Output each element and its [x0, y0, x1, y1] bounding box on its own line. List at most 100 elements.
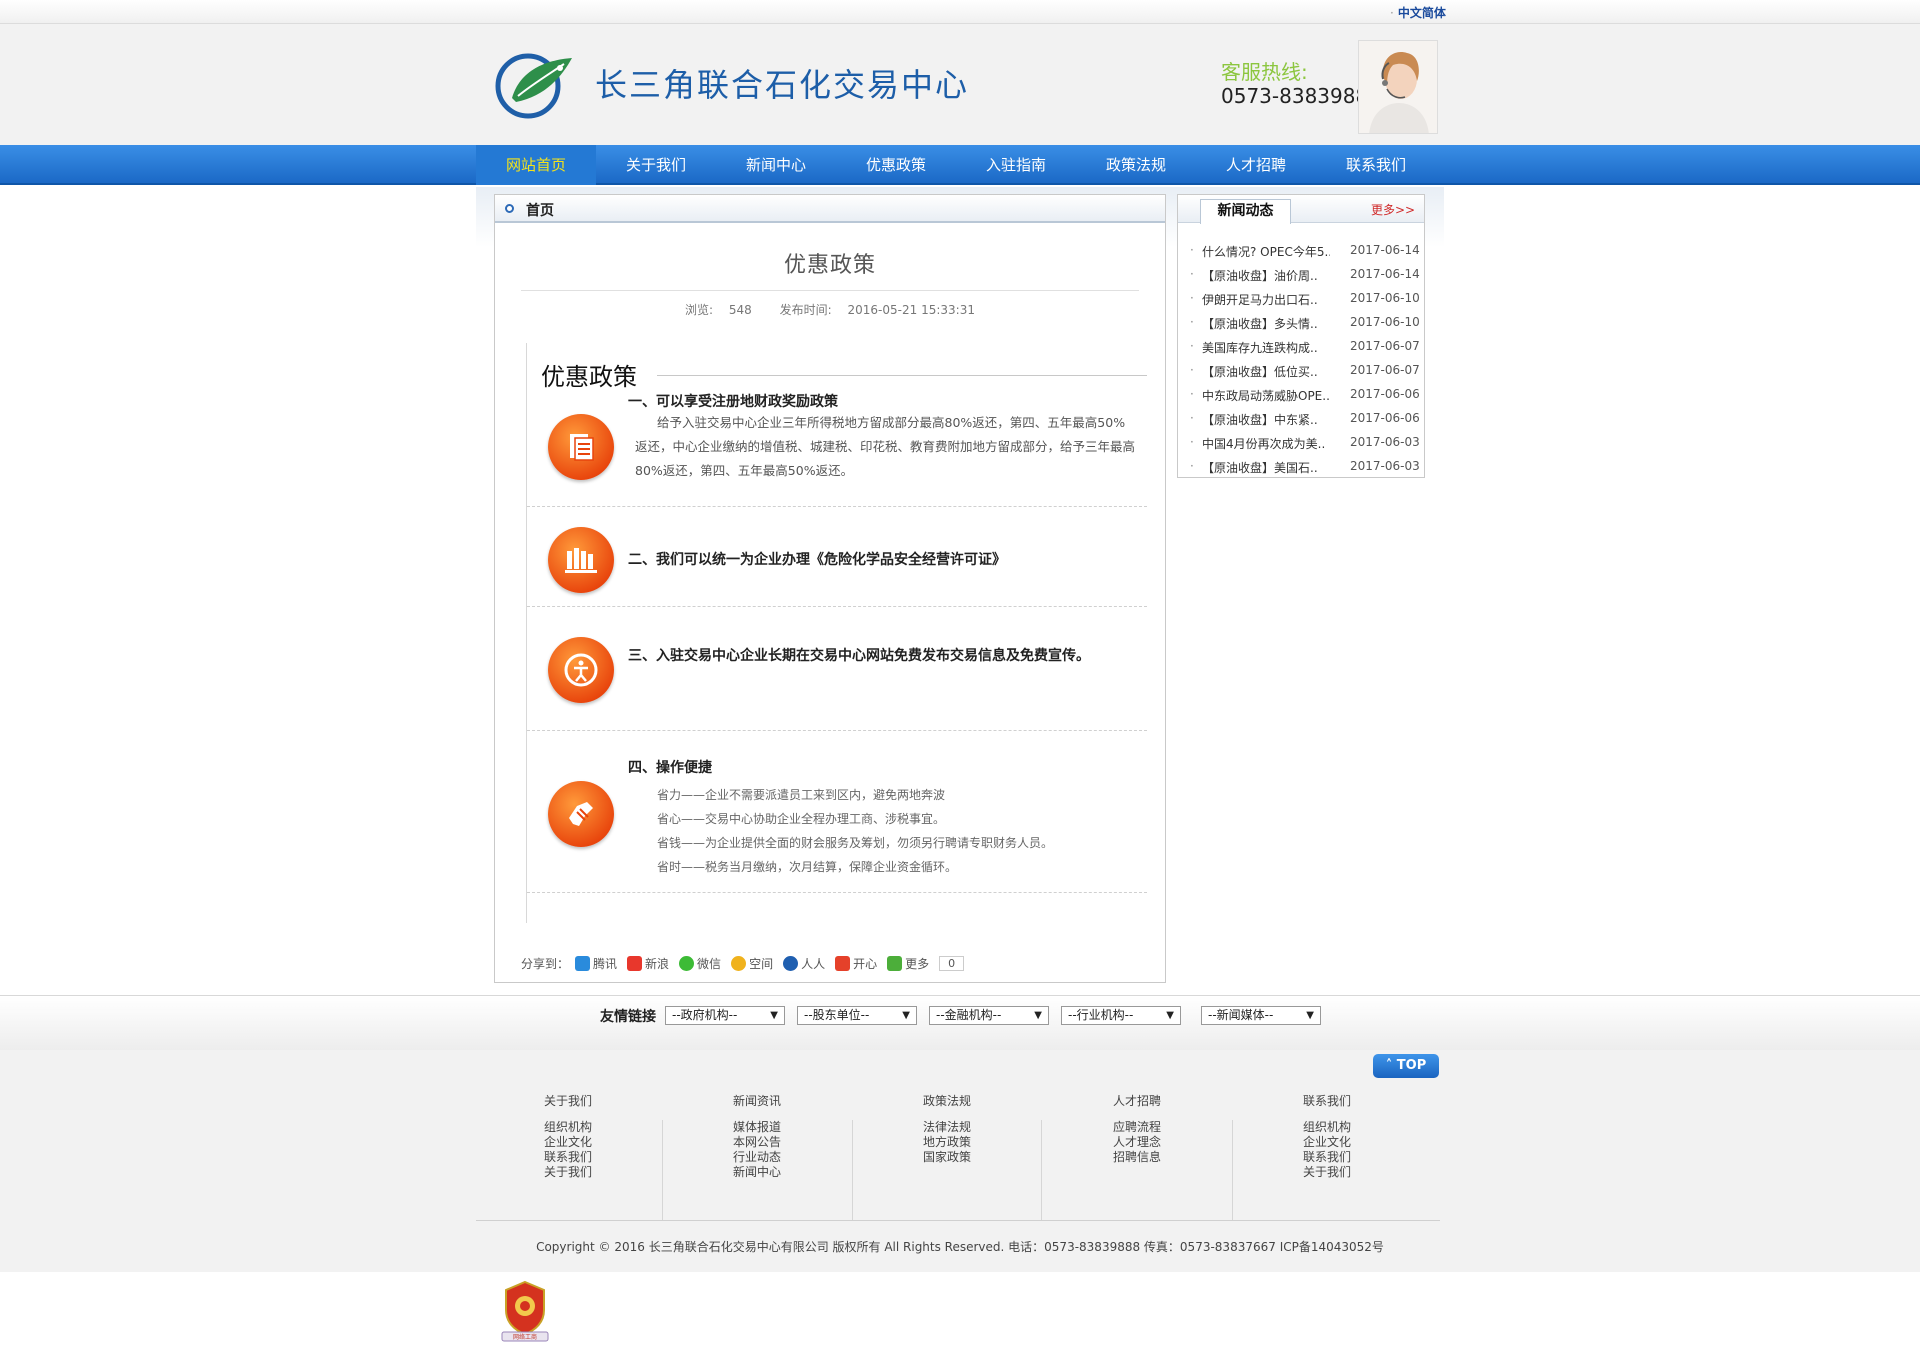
share-label: 分享到： — [521, 957, 570, 971]
headset-person-icon — [1359, 41, 1437, 133]
news-title-link[interactable]: 美国库存九连跌构成.. — [1202, 339, 1330, 356]
divider — [476, 1220, 1440, 1221]
dropdown-arrow-icon: ▼ — [770, 1010, 778, 1021]
language-switch[interactable]: · 中文简体 — [1390, 4, 1446, 21]
nav-about[interactable]: 关于我们 — [596, 145, 716, 185]
footer-link[interactable]: 媒体报道 — [733, 1120, 781, 1135]
footer-link[interactable]: 招聘信息 — [1113, 1150, 1161, 1165]
select-financial[interactable]: --金融机构-- ▼ — [929, 1006, 1049, 1025]
tencent-icon — [575, 956, 591, 971]
select-industry[interactable]: --行业机构-- ▼ — [1061, 1006, 1181, 1025]
footer-link[interactable]: 国家政策 — [923, 1150, 971, 1165]
footer-link[interactable]: 组织机构 — [1303, 1120, 1351, 1135]
list-item: · 【原油收盘】油价周.. 2017-06-14 — [1178, 263, 1424, 287]
footer-column-heading: 人才招聘 — [1113, 1094, 1162, 1108]
books-icon — [548, 527, 614, 593]
article-title: 优惠政策 — [783, 253, 876, 278]
share-bar: 分享到： 腾讯 新浪 微信 空间 人人 开心 更多 0 — [521, 955, 965, 972]
wechat-icon — [679, 956, 695, 971]
tab-news-updates[interactable]: 新闻动态 — [1200, 199, 1291, 224]
footer-link[interactable]: 关于我们 — [1303, 1165, 1351, 1180]
footer-link[interactable]: 关于我们 — [544, 1165, 592, 1180]
news-title-link[interactable]: 【原油收盘】低位买.. — [1202, 363, 1330, 380]
share-wechat-button[interactable]: 微信 — [679, 955, 721, 972]
news-title-link[interactable]: 中东政局动荡威胁OPE.. — [1202, 387, 1330, 404]
footer-link[interactable]: 行业动态 — [733, 1150, 781, 1165]
share-sina-button[interactable]: 新浪 — [627, 955, 669, 972]
news-date: 2017-06-07 — [1350, 363, 1420, 377]
nav-careers[interactable]: 人才招聘 — [1196, 145, 1316, 185]
list-item: · 伊朗开足马力出口石.. 2017-06-10 — [1178, 287, 1424, 311]
footer-link[interactable]: 联系我们 — [544, 1150, 592, 1165]
bullet-icon: · — [1190, 267, 1194, 281]
footer-link[interactable]: 本网公告 — [733, 1135, 781, 1150]
news-date: 2017-06-14 — [1350, 267, 1420, 281]
logo-icon[interactable] — [490, 46, 574, 120]
news-date: 2017-06-07 — [1350, 339, 1420, 353]
bullet-icon: · — [1390, 6, 1394, 20]
footer-link[interactable]: 新闻中心 — [733, 1165, 781, 1180]
hotline-number: 0573-83839888 — [1221, 84, 1381, 108]
share-renren-button[interactable]: 人人 — [783, 955, 825, 972]
renren-icon — [783, 956, 799, 971]
select-value: --股东单位-- — [804, 1008, 870, 1022]
share-target-label: 人人 — [801, 957, 826, 971]
select-value: --行业机构-- — [1068, 1008, 1134, 1022]
nav-policy[interactable]: 优惠政策 — [836, 145, 956, 185]
news-list: · 什么情况? OPEC今年5.. 2017-06-14 · 【原油收盘】油价周.. 2… — [1178, 239, 1424, 479]
footer-link[interactable]: 企业文化 — [1303, 1135, 1351, 1150]
news-title-link[interactable]: 什么情况? OPEC今年5.. — [1202, 243, 1330, 260]
news-title-link[interactable]: 【原油收盘】美国石.. — [1202, 459, 1330, 476]
share-kaixin-button[interactable]: 开心 — [835, 955, 877, 972]
dropdown-arrow-icon: ▼ — [1166, 1010, 1174, 1021]
share-tencent-button[interactable]: 腾讯 — [575, 955, 617, 972]
person-icon — [548, 637, 614, 703]
policy-content: 优惠政策 一、可以享受注册地财政奖励政策 给予入驻交易中心企业三年所得税地方留成… — [526, 343, 1147, 923]
back-to-top-button[interactable]: ˄ TOP — [1373, 1054, 1439, 1078]
svg-text:网络工商: 网络工商 — [513, 1333, 537, 1341]
select-media[interactable]: --新闻媒体-- ▼ — [1201, 1006, 1321, 1025]
news-date: 2017-06-06 — [1350, 411, 1420, 425]
breadcrumb: 首页 — [495, 195, 1165, 223]
footer-link[interactable]: 地方政策 — [923, 1135, 971, 1150]
footer-link[interactable]: 组织机构 — [544, 1120, 592, 1135]
nav-home[interactable]: 网站首页 — [476, 145, 596, 185]
news-title-link[interactable]: 【原油收盘】多头情.. — [1202, 315, 1330, 332]
select-government[interactable]: --政府机构-- ▼ — [665, 1006, 785, 1025]
select-value: --金融机构-- — [936, 1008, 1002, 1022]
up-arrow-icon: ˄ — [1385, 1058, 1397, 1073]
news-title-link[interactable]: 【原油收盘】中东紧.. — [1202, 411, 1330, 428]
footer-link[interactable]: 联系我们 — [1303, 1150, 1351, 1165]
nav-contact[interactable]: 联系我们 — [1316, 145, 1436, 185]
footer-links: 组织机构 企业文化 联系我们 关于我们 — [544, 1120, 592, 1180]
news-title-link[interactable]: 伊朗开足马力出口石.. — [1202, 291, 1330, 308]
share-qzone-button[interactable]: 空间 — [731, 955, 773, 972]
news-date: 2017-06-10 — [1350, 315, 1420, 329]
share-target-label: 更多 — [905, 957, 930, 971]
footer-link[interactable]: 应聘流程 — [1113, 1120, 1161, 1135]
nav-regulations[interactable]: 政策法规 — [1076, 145, 1196, 185]
select-shareholders[interactable]: --股东单位-- ▼ — [797, 1006, 917, 1025]
policy-item: 三、入驻交易中心企业长期在交易中心网站免费发布交易信息及免费宣传。 — [527, 607, 1147, 731]
share-target-label: 腾讯 — [593, 957, 618, 971]
footer-links: 媒体报道 本网公告 行业动态 新闻中心 — [733, 1120, 781, 1180]
news-title-link[interactable]: 中国4月份再次成为美.. — [1202, 435, 1330, 452]
list-item: · 什么情况? OPEC今年5.. 2017-06-14 — [1178, 239, 1424, 263]
divider — [1232, 1120, 1233, 1220]
nav-news[interactable]: 新闻中心 — [716, 145, 836, 185]
business-license-badge-icon[interactable]: 网络工商 — [498, 1280, 552, 1342]
hand-icon — [548, 781, 614, 847]
share-count: 0 — [939, 956, 965, 971]
qzone-icon — [731, 956, 747, 971]
dropdown-arrow-icon: ▼ — [1306, 1010, 1314, 1021]
policy-item-body: 给予入驻交易中心企业三年所得税地方留成部分最高80%返还，第四、五年最高50%返… — [635, 415, 1136, 478]
more-news-link[interactable]: 更多>> — [1371, 201, 1415, 218]
footer-link[interactable]: 人才理念 — [1113, 1135, 1161, 1150]
footer-link[interactable]: 法律法规 — [923, 1120, 971, 1135]
footer-link[interactable]: 企业文化 — [544, 1135, 592, 1150]
share-more-button[interactable]: 更多 — [887, 955, 929, 972]
nav-guide[interactable]: 入驻指南 — [956, 145, 1076, 185]
policy-item-title: 四、操作便捷 — [628, 760, 712, 776]
news-title-link[interactable]: 【原油收盘】油价周.. — [1202, 267, 1330, 284]
breadcrumb-home[interactable]: 首页 — [526, 200, 554, 220]
